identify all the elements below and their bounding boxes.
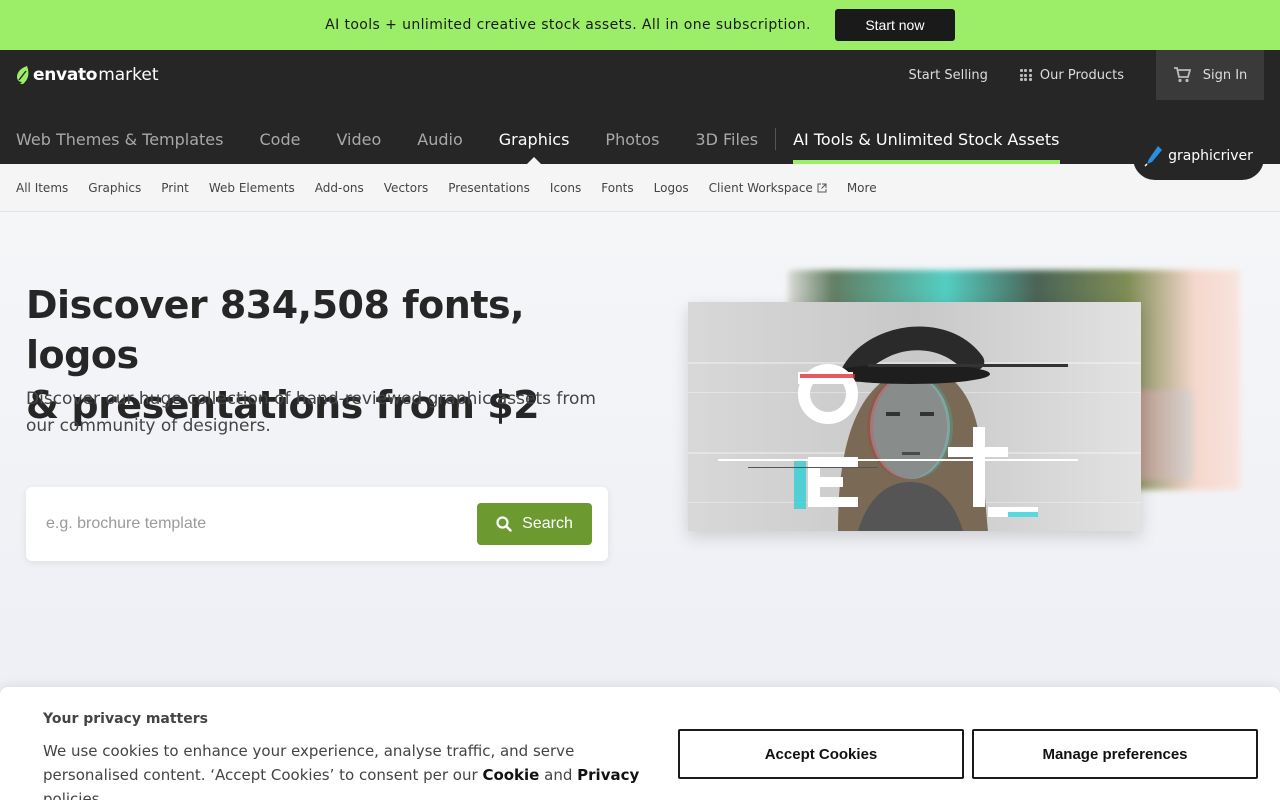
cookie-banner: Your privacy matters We use cookies to e… [0, 687, 1280, 800]
subnav-presentations[interactable]: Presentations [448, 181, 530, 195]
our-products-link[interactable]: Our Products [1019, 67, 1124, 83]
glitch-portrait-art [688, 302, 1141, 531]
subnav-add-ons[interactable]: Add-ons [315, 181, 364, 195]
search-button[interactable]: Search [477, 503, 592, 545]
subnav-logos[interactable]: Logos [654, 181, 689, 195]
leaf-logo-icon [17, 66, 29, 84]
start-selling-link[interactable]: Start Selling [908, 68, 987, 83]
cart-icon [1173, 67, 1191, 83]
cookie-text-end: policies. [43, 790, 105, 800]
main-category-nav: Web Themes & Templates Code Video Audio … [0, 114, 1060, 164]
client-workspace-label: Client Workspace [708, 180, 813, 195]
our-products-label: Our Products [1039, 67, 1124, 83]
promo-banner: AI tools + unlimited creative stock asse… [0, 0, 1280, 50]
nav-video[interactable]: Video [336, 114, 381, 164]
logo-envato-text: envato [33, 65, 98, 85]
envato-market-logo[interactable]: envato market [16, 64, 159, 86]
nav-photos[interactable]: Photos [605, 114, 659, 164]
start-now-button[interactable]: Start now [834, 9, 955, 41]
glitch-portrait-image [688, 302, 1141, 531]
external-link-icon [817, 183, 827, 192]
subnav-web-elements[interactable]: Web Elements [209, 181, 295, 195]
top-header: envato market Start Selling Our Products… [0, 50, 1280, 164]
graphicriver-label: graphicriver [1168, 148, 1253, 164]
subnav-more[interactable]: More [847, 181, 877, 195]
pen-icon [1144, 146, 1163, 167]
subnav-fonts[interactable]: Fonts [601, 181, 633, 195]
logo-market-text: market [98, 65, 159, 85]
sign-in-label: Sign In [1202, 67, 1248, 83]
nav-ai-tools[interactable]: AI Tools & Unlimited Stock Assets [793, 114, 1060, 164]
cookie-text: We use cookies to enhance your experienc… [43, 739, 663, 800]
hero-title-line1: Discover 834,508 fonts, logos [26, 283, 525, 377]
accept-cookies-button[interactable]: Accept Cookies [678, 729, 964, 779]
subnav-icons[interactable]: Icons [550, 181, 581, 195]
sign-in-button[interactable]: Sign In [1156, 50, 1264, 100]
cookie-title: Your privacy matters [43, 711, 208, 727]
promo-text: AI tools + unlimited creative stock asse… [325, 17, 811, 33]
nav-3d-files[interactable]: 3D Files [695, 114, 758, 164]
nav-graphics[interactable]: Graphics [499, 114, 570, 164]
nav-code[interactable]: Code [259, 114, 300, 164]
cookie-text-and: and [544, 766, 573, 784]
hero-subtitle: Discover our huge collection of hand-rev… [26, 389, 596, 436]
manage-preferences-button[interactable]: Manage preferences [972, 729, 1258, 779]
sub-category-nav: All Items Graphics Print Web Elements Ad… [0, 164, 1280, 212]
subnav-vectors[interactable]: Vectors [384, 181, 429, 195]
cookie-policy-link[interactable]: Cookie [482, 766, 539, 784]
search-box: Search [26, 487, 608, 561]
hero-collage [688, 260, 1248, 550]
graphicriver-badge[interactable]: graphicriver [1133, 132, 1264, 180]
subnav-client-workspace[interactable]: Client Workspace [709, 181, 827, 195]
subnav-print[interactable]: Print [161, 181, 189, 195]
header-actions: Start Selling Our Products Sign In [908, 50, 1264, 100]
search-icon [496, 516, 512, 532]
nav-audio[interactable]: Audio [417, 114, 462, 164]
search-button-label: Search [522, 515, 573, 532]
search-input[interactable] [46, 507, 466, 541]
grid-icon [1019, 69, 1032, 81]
nav-web-themes[interactable]: Web Themes & Templates [16, 114, 223, 164]
privacy-policy-link[interactable]: Privacy [577, 766, 639, 784]
nav-divider [775, 128, 777, 150]
subnav-all-items[interactable]: All Items [16, 181, 68, 195]
subnav-graphics[interactable]: Graphics [88, 181, 141, 195]
